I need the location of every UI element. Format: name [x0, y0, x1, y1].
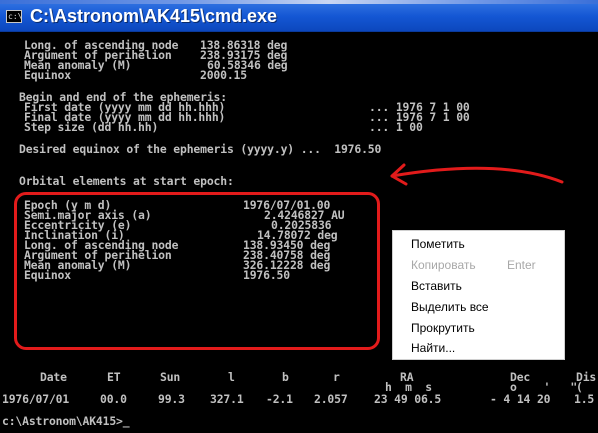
- cell-date: 1976/07/01: [2, 392, 70, 406]
- window-title: C:\Astronom\AK415\cmd.exe: [30, 6, 278, 26]
- context-menu: Пометить Копировать Enter Вставить Выдел…: [392, 230, 565, 360]
- col-date: Date: [40, 370, 67, 384]
- dec-units: o ' ": [510, 380, 578, 394]
- dis-units: (: [576, 380, 583, 394]
- cell-r: 2.057: [314, 392, 348, 406]
- cell-ra: 23 49 06.5: [374, 392, 442, 406]
- menu-item-copy[interactable]: Копировать: [411, 258, 476, 272]
- menu-item-mark[interactable]: Пометить: [411, 237, 465, 251]
- prev-label-equinox: Equinox: [24, 68, 71, 82]
- equinox-prompt: Desired equinox of the ephemeris (yyyy.y…: [19, 142, 382, 156]
- menu-item-copy-shortcut: Enter: [507, 258, 536, 272]
- ra-units: h m s: [385, 380, 432, 394]
- cmd-icon[interactable]: c:\: [6, 10, 22, 23]
- col-r: r: [333, 370, 340, 384]
- menu-item-paste[interactable]: Вставить: [411, 279, 462, 293]
- command-prompt[interactable]: c:\Astronom\AK415>_: [2, 416, 130, 427]
- step-size-label: Step size (dd hh.hh): [24, 120, 159, 134]
- window-titlebar[interactable]: c:\ C:\Astronom\AK415\cmd.exe: [0, 4, 598, 32]
- col-et: ET: [107, 370, 121, 384]
- cell-sun: 99.3: [158, 392, 185, 406]
- step-size-value: ... 1 00: [369, 120, 423, 134]
- cell-b: -2.1: [266, 392, 293, 406]
- menu-item-scroll[interactable]: Прокрутить: [411, 321, 475, 335]
- col-sun: Sun: [160, 370, 181, 384]
- orbital-elements-highlight: [14, 192, 380, 350]
- orbital-header: Orbital elements at start epoch:: [19, 174, 234, 188]
- menu-item-find[interactable]: Найти...: [411, 341, 455, 355]
- menu-item-select-all[interactable]: Выделить все: [411, 300, 489, 314]
- cell-dec: - 4 14 20: [490, 392, 551, 406]
- cell-l: 327.1: [210, 392, 244, 406]
- prev-value-equinox: 2000.15: [200, 68, 247, 82]
- col-b: b: [282, 370, 289, 384]
- col-l: l: [228, 370, 235, 384]
- cell-dis: 1.5: [574, 392, 595, 406]
- cell-et: 00.0: [100, 392, 127, 406]
